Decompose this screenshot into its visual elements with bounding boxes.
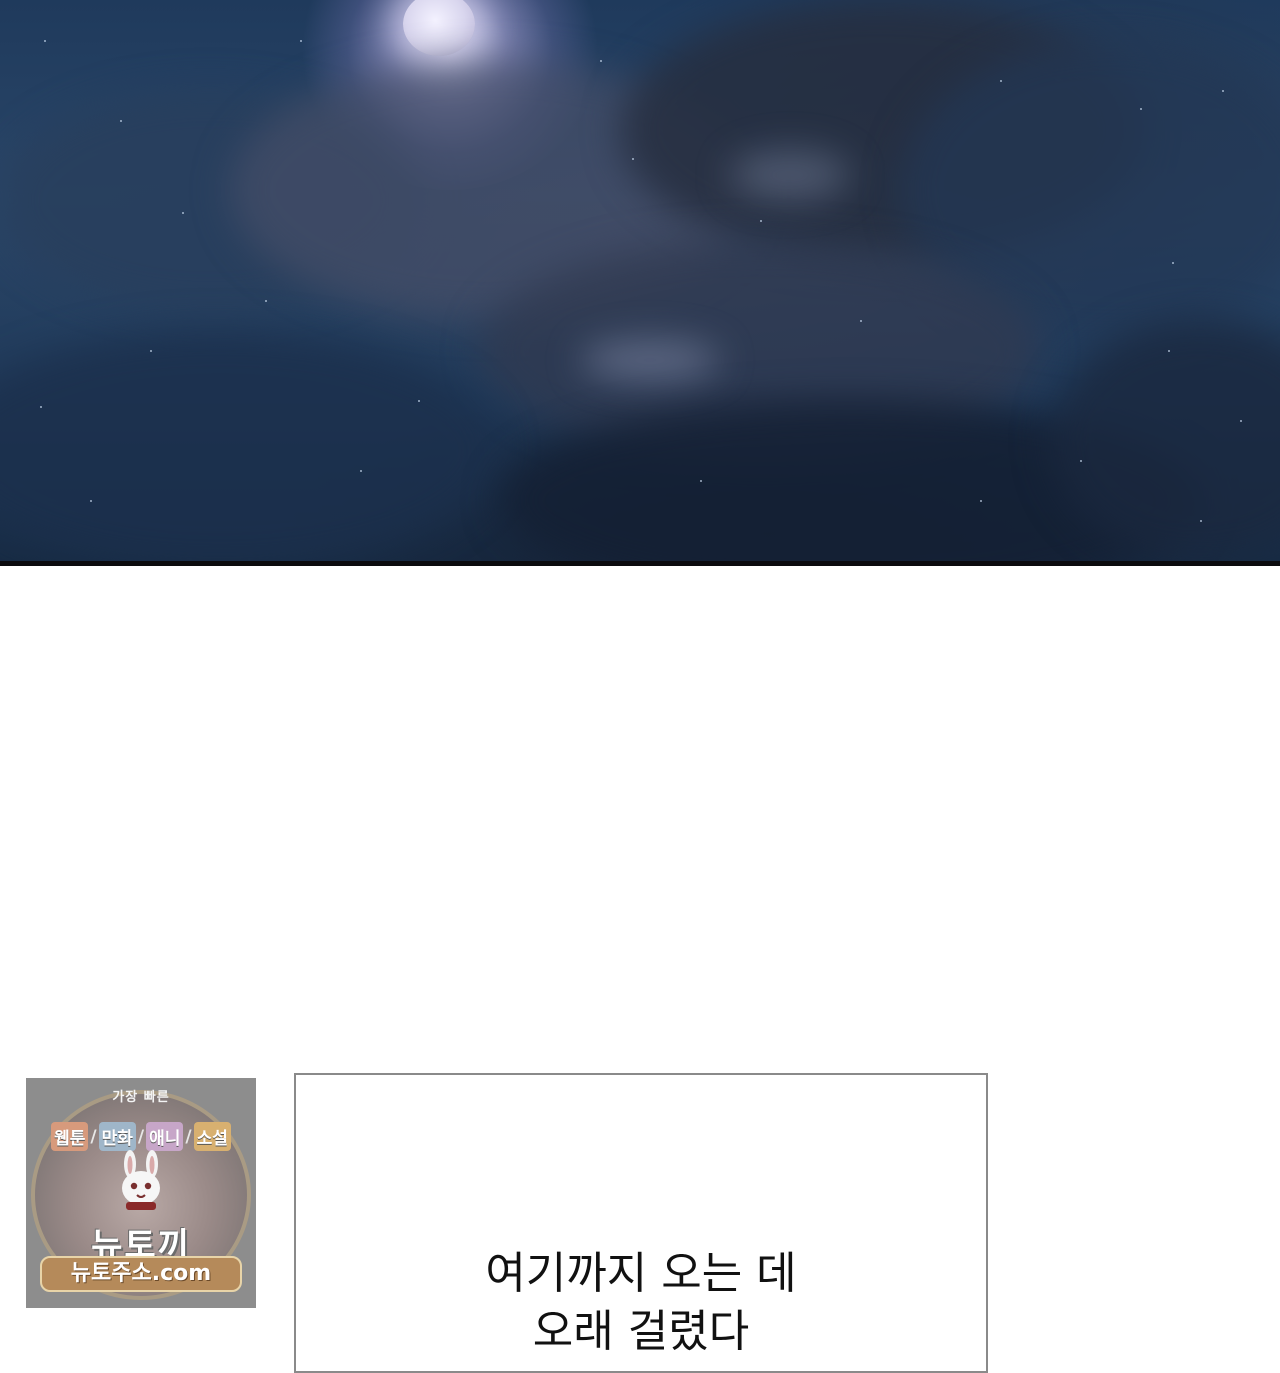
logo-category: 웹툰 bbox=[51, 1122, 89, 1151]
dialogue-text: 여기까지 오는 데 오래 걸렸다 bbox=[296, 1245, 986, 1361]
logo-category: 만화 bbox=[98, 1122, 136, 1151]
star bbox=[360, 470, 362, 472]
panel-border bbox=[0, 561, 1280, 566]
star bbox=[1200, 520, 1202, 522]
promo-logo[interactable]: 가장 빠른 웹툰 / 만화 / 애니 / 소설 뉴토끼 뉴토주소.com bbox=[26, 1078, 256, 1308]
star bbox=[1168, 350, 1170, 352]
star bbox=[40, 406, 42, 408]
logo-separator: / bbox=[137, 1126, 145, 1147]
star bbox=[265, 300, 267, 302]
cloud bbox=[580, 340, 720, 380]
speech-box: 여기까지 오는 데 오래 걸렸다 bbox=[294, 1073, 988, 1373]
logo-categories: 웹툰 / 만화 / 애니 / 소설 bbox=[32, 1122, 250, 1151]
star bbox=[300, 40, 302, 42]
star bbox=[182, 212, 184, 214]
logo-category: 애니 bbox=[146, 1122, 184, 1151]
star bbox=[90, 500, 92, 502]
star bbox=[760, 220, 762, 222]
cloud bbox=[0, 330, 500, 562]
logo-separator: / bbox=[185, 1126, 192, 1147]
logo-separator: / bbox=[90, 1126, 97, 1147]
star bbox=[980, 500, 982, 502]
night-sky-panel bbox=[0, 0, 1280, 562]
dialogue-line: 여기까지 오는 데 bbox=[485, 1248, 797, 1299]
star bbox=[1172, 262, 1174, 264]
star bbox=[860, 320, 862, 322]
star bbox=[1000, 80, 1002, 82]
star bbox=[1240, 420, 1242, 422]
dialogue-line: 오래 걸렸다 bbox=[532, 1306, 750, 1357]
rabbit-mascot-icon bbox=[122, 1150, 160, 1210]
star bbox=[120, 120, 122, 122]
star bbox=[1080, 460, 1082, 462]
cloud bbox=[730, 150, 850, 200]
logo-url[interactable]: 뉴토주소.com bbox=[40, 1256, 242, 1292]
star bbox=[44, 40, 46, 42]
logo-category: 소설 bbox=[193, 1122, 231, 1151]
star bbox=[150, 350, 152, 352]
star bbox=[700, 480, 702, 482]
logo-tagline: 가장 빠른 bbox=[112, 1090, 170, 1105]
star bbox=[418, 400, 420, 402]
star bbox=[1140, 108, 1142, 110]
star bbox=[632, 158, 634, 160]
star bbox=[1222, 90, 1224, 92]
star bbox=[600, 60, 602, 62]
